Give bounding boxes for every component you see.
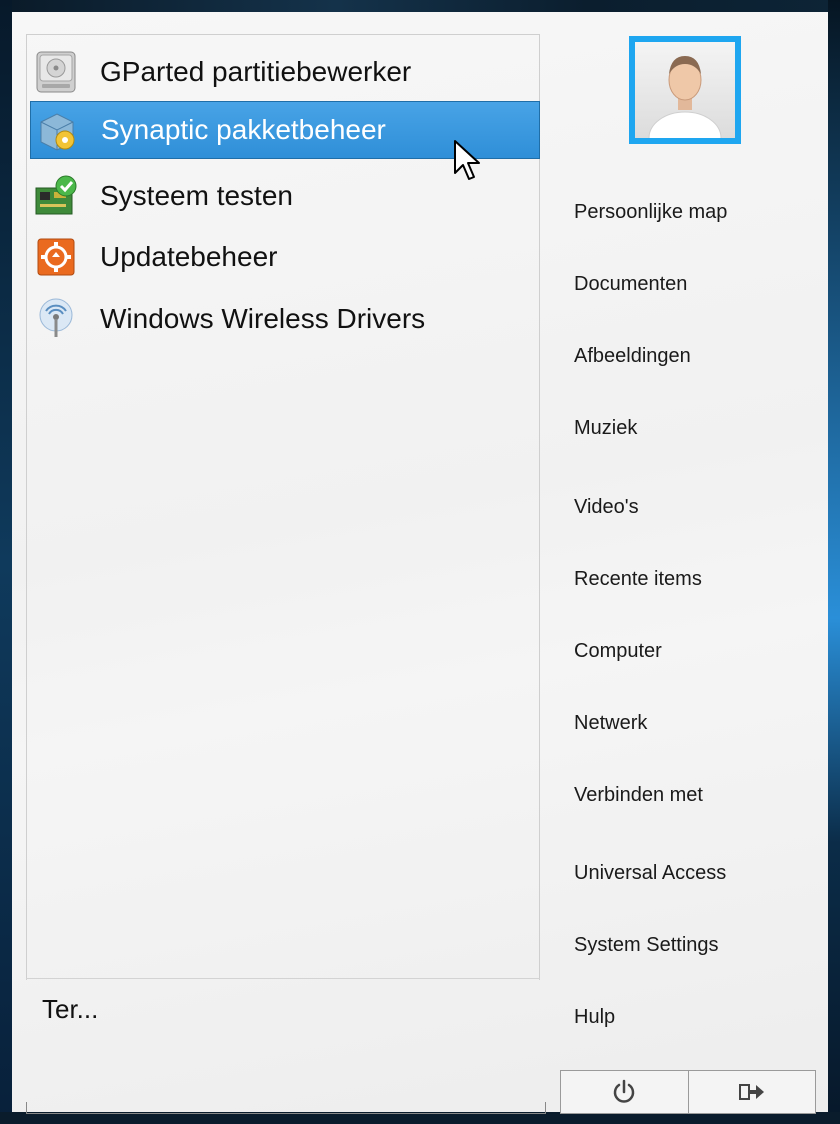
place-computer[interactable]: Computer — [574, 640, 662, 663]
place-muziek[interactable]: Muziek — [574, 417, 637, 440]
place-documenten[interactable]: Documenten — [574, 273, 687, 296]
desktop-background-left — [0, 0, 12, 1124]
app-label: Windows Wireless Drivers — [100, 303, 426, 334]
place-netwerk[interactable]: Netwerk — [574, 712, 647, 735]
power-icon — [614, 1079, 635, 1103]
search-input[interactable]: Ter... — [42, 994, 98, 1025]
desktop-background-top — [0, 0, 840, 12]
app-item-updatebeheer[interactable]: Updatebeheer — [30, 229, 540, 285]
logout-button[interactable] — [687, 1071, 816, 1113]
shutdown-button[interactable] — [561, 1071, 688, 1113]
app-item-windows-wireless-drivers[interactable]: Windows Wireless Drivers — [30, 291, 540, 347]
place-verbinden-met[interactable]: Verbinden met — [574, 784, 703, 807]
desktop-background-right — [828, 0, 840, 1124]
app-label: Synaptic pakketbeheer — [101, 114, 386, 145]
app-label: Updatebeheer — [100, 241, 278, 272]
wireless-icon — [32, 295, 80, 343]
avatar-icon — [635, 42, 735, 138]
system-test-icon — [32, 172, 80, 220]
applications-divider — [26, 978, 540, 979]
update-manager-icon — [32, 233, 80, 281]
start-menu: GParted partitiebewerker Synaptic pakket… — [12, 12, 828, 1114]
place-system-settings[interactable]: System Settings — [574, 934, 719, 957]
place-persoonlijke-map[interactable]: Persoonlijke map — [574, 201, 727, 224]
session-buttons — [560, 1070, 816, 1114]
place-videos[interactable]: Video's — [574, 496, 639, 519]
package-manager-icon — [33, 106, 81, 154]
user-avatar[interactable] — [629, 36, 741, 144]
logout-icon — [738, 1084, 764, 1100]
mouse-pointer-icon — [454, 140, 480, 180]
place-hulp[interactable]: Hulp — [574, 1006, 615, 1029]
app-item-gparted[interactable]: GParted partitiebewerker — [30, 44, 540, 100]
app-label: Systeem testen — [100, 180, 293, 211]
place-universal-access[interactable]: Universal Access — [574, 862, 726, 885]
app-label: GParted partitiebewerker — [100, 56, 412, 87]
search-field-border — [26, 1102, 546, 1114]
place-recente-items[interactable]: Recente items — [574, 568, 702, 591]
hard-drive-icon — [32, 48, 80, 96]
place-afbeeldingen[interactable]: Afbeeldingen — [574, 345, 691, 368]
